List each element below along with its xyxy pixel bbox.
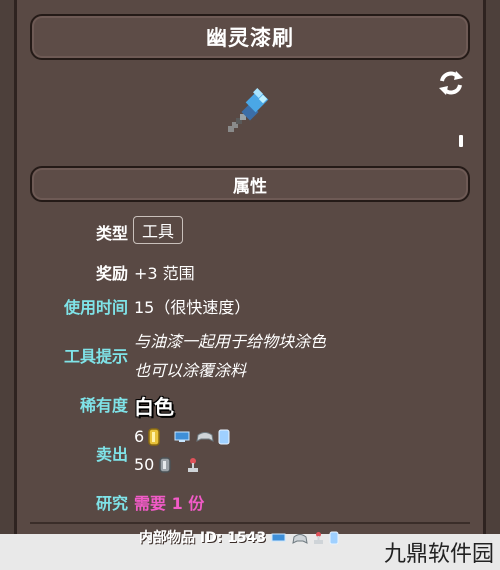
refresh-icon[interactable] <box>436 68 466 98</box>
internal-id-text: 内部物品 ID: 1543 <box>139 530 267 546</box>
type-value: 工具 <box>142 222 175 241</box>
research-value: 需要 1 份 <box>134 494 205 513</box>
divider <box>30 522 470 524</box>
watermark: 九鼎软件园 <box>383 542 494 567</box>
silver-coin-icon <box>159 456 172 473</box>
mobile-icon <box>218 429 230 444</box>
mobile-icon <box>329 531 339 545</box>
tooltip-label: 工具提示 <box>63 347 128 366</box>
sell-label: 卖出 <box>95 445 128 464</box>
rarity-value: 白色 <box>134 395 174 419</box>
joystick-icon <box>188 457 199 472</box>
bonus-value: +3 范围 <box>134 264 195 283</box>
bonus-label: 奖励 <box>95 264 128 283</box>
sell-row-silver: 50 <box>134 455 200 474</box>
pc-icon <box>271 533 286 541</box>
use-time-value: 15（很快速度） <box>134 298 251 317</box>
sell-gold-value: 6 <box>134 427 145 446</box>
tooltip-line2: 也可以涂覆涂料 <box>134 361 247 380</box>
scroll-indicator <box>459 135 463 147</box>
item-title: 幽灵漆刷 <box>206 26 294 50</box>
use-time-label: 使用时间 <box>63 298 128 317</box>
paint-roller-icon <box>228 88 269 132</box>
gold-coin-icon <box>148 427 160 446</box>
research-label: 研究 <box>95 494 128 513</box>
sell-silver-value: 50 <box>134 455 155 474</box>
item-title-bar: 幽灵漆刷 <box>30 14 470 60</box>
section-title: 属性 <box>233 176 267 197</box>
joystick-icon <box>313 532 323 544</box>
rarity-label: 稀有度 <box>79 396 128 415</box>
tooltip-line1: 与油漆一起用于给物块涂色 <box>134 332 327 351</box>
console-icon <box>196 431 214 442</box>
type-tag[interactable]: 工具 <box>133 216 184 244</box>
internal-id: 内部物品 ID: 1543 <box>139 527 339 547</box>
item-panel <box>14 0 486 534</box>
type-label: 类型 <box>95 224 128 243</box>
attributes-header: 属性 <box>30 166 470 202</box>
pc-icon <box>174 431 190 442</box>
sell-row-gold: 6 <box>134 427 230 446</box>
console-icon <box>292 533 308 544</box>
